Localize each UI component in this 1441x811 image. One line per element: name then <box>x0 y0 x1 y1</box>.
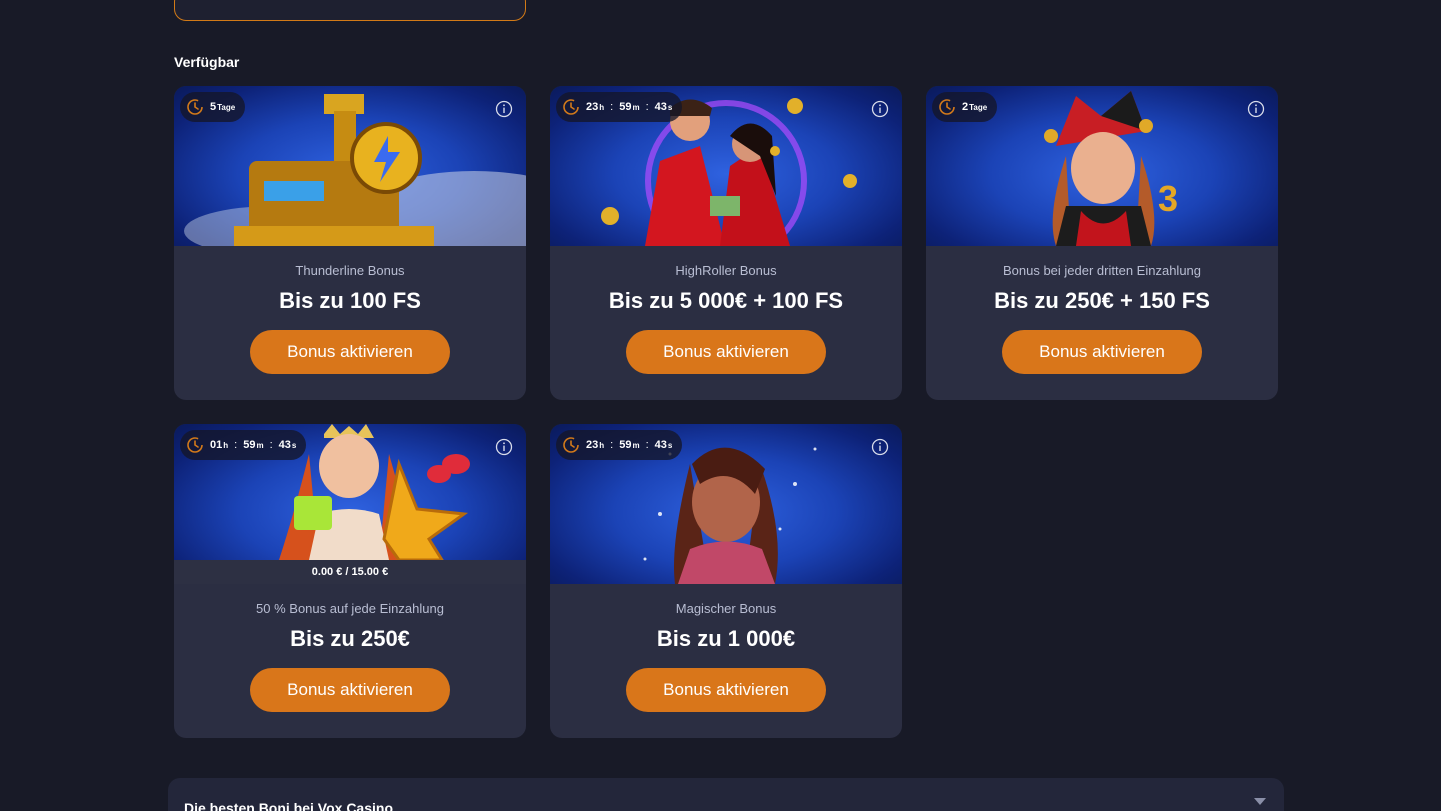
timer-part: 43s <box>654 439 673 451</box>
timer-separator: : <box>269 439 273 451</box>
activate-bonus-button[interactable]: Bonus aktivieren <box>626 668 826 712</box>
bonus-amount: Bis zu 5 000€ + 100 FS <box>608 288 844 313</box>
timer-part: 43s <box>278 439 297 451</box>
timer-part: 2Tage <box>962 101 988 113</box>
info-icon[interactable] <box>495 438 513 456</box>
code-input-field[interactable] <box>174 0 526 21</box>
timer-part: 23h <box>586 101 605 113</box>
chevron-down-icon <box>1254 798 1266 805</box>
best-bonuses-accordion[interactable]: Die besten Boni bei Vox Casino <box>168 778 1284 811</box>
timer-part: 23h <box>586 439 605 451</box>
bonus-card: 23h:59m:43s HighRoller Bonus Bis zu 5 00… <box>550 86 902 400</box>
bonus-image: 5Tage <box>174 86 526 246</box>
bonus-image: 01h:59m:43s 0.00 € / 15.00 € <box>174 424 526 584</box>
accordion-title: Die besten Boni bei Vox Casino <box>184 800 394 811</box>
timer-part: 43s <box>654 101 673 113</box>
bonus-card: 3 2Tage Bonus bei jeder dritten Einzahlu… <box>926 86 1278 400</box>
bonus-subtitle: Bonus bei jeder dritten Einzahlung <box>1002 263 1202 278</box>
section-title: Verfügbar <box>174 54 240 70</box>
clock-icon <box>187 437 203 453</box>
activate-bonus-button[interactable]: Bonus aktivieren <box>626 330 826 374</box>
bonus-subtitle: HighRoller Bonus <box>675 263 777 278</box>
bonus-subtitle: Thunderline Bonus <box>295 263 405 278</box>
countdown-timer: 23h:59m:43s <box>556 92 683 122</box>
bonus-card: 23h:59m:43s Magischer Bonus Bis zu 1 000… <box>550 424 902 738</box>
info-icon[interactable] <box>871 438 889 456</box>
bonus-amount: Bis zu 100 FS <box>279 288 421 313</box>
timer-part: 59m <box>619 101 640 113</box>
activate-bonus-button[interactable]: Bonus aktivieren <box>1002 330 1202 374</box>
wager-progress: 0.00 € / 15.00 € <box>174 560 526 584</box>
bonus-image: 3 2Tage <box>926 86 1278 246</box>
bonus-subtitle: 50 % Bonus auf jede Einzahlung <box>256 601 444 616</box>
bonus-amount: Bis zu 250€ + 150 FS <box>994 288 1210 313</box>
timer-part: 01h <box>210 439 229 451</box>
clock-icon <box>563 437 579 453</box>
bonus-card: 01h:59m:43s 0.00 € / 15.00 € 50 % Bonus … <box>174 424 526 738</box>
svg-text:3: 3 <box>1158 178 1178 219</box>
info-icon[interactable] <box>495 100 513 118</box>
timer-separator: : <box>610 439 614 451</box>
countdown-timer: 5Tage <box>180 92 246 122</box>
bonus-amount: Bis zu 250€ <box>290 626 410 651</box>
bonus-image: 23h:59m:43s <box>550 86 902 246</box>
activate-bonus-button[interactable]: Bonus aktivieren <box>250 668 450 712</box>
timer-separator: : <box>645 439 649 451</box>
clock-icon <box>939 99 955 115</box>
timer-separator: : <box>610 101 614 113</box>
timer-part: 59m <box>243 439 264 451</box>
countdown-timer: 2Tage <box>932 92 998 122</box>
bonus-card: 5Tage Thunderline Bonus Bis zu 100 FS Bo… <box>174 86 526 400</box>
timer-part: 59m <box>619 439 640 451</box>
activate-bonus-button[interactable]: Bonus aktivieren <box>250 330 450 374</box>
clock-icon <box>187 99 203 115</box>
countdown-timer: 01h:59m:43s <box>180 430 307 460</box>
info-icon[interactable] <box>871 100 889 118</box>
bonus-amount: Bis zu 1 000€ <box>656 626 796 651</box>
bonus-image: 23h:59m:43s <box>550 424 902 584</box>
clock-icon <box>563 99 579 115</box>
bonus-subtitle: Magischer Bonus <box>675 601 777 616</box>
timer-separator: : <box>234 439 238 451</box>
timer-separator: : <box>645 101 649 113</box>
timer-part: 5Tage <box>210 101 236 113</box>
countdown-timer: 23h:59m:43s <box>556 430 683 460</box>
info-icon[interactable] <box>1247 100 1265 118</box>
